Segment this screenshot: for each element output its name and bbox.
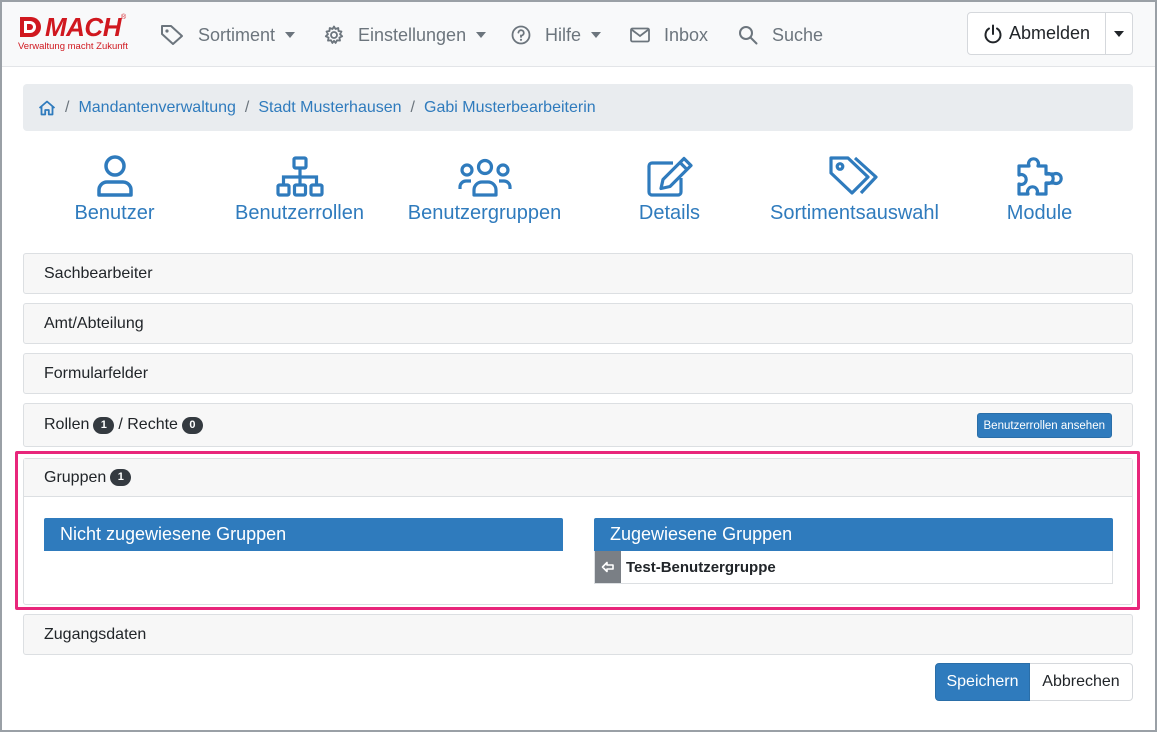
logout-button[interactable]: Abmelden: [968, 13, 1106, 54]
breadcrumb-separator: /: [65, 98, 70, 116]
nav-sortiment[interactable]: Sortiment: [160, 22, 296, 48]
tag-icon: [161, 25, 183, 45]
tile-module[interactable]: Module: [947, 152, 1132, 228]
users-icon: [457, 158, 512, 197]
tile-details[interactable]: Details: [577, 152, 762, 228]
tile-benutzer-label: Benutzer: [74, 202, 155, 224]
assigned-group-item[interactable]: Test-Benutzergruppe: [594, 551, 1113, 584]
logo-slogan: Verwaltung macht Zukunft: [18, 41, 128, 52]
breadcrumb-stadt[interactable]: Stadt Musterhausen: [258, 99, 401, 117]
section-sachbearbeiter-label: Sachbearbeiter: [44, 264, 153, 282]
section-formularfelder[interactable]: Formularfelder: [23, 353, 1133, 394]
cancel-button[interactable]: Abbrechen: [1030, 663, 1133, 701]
section-gruppen-label: Gruppen: [44, 468, 107, 486]
section-formularfelder-label: Formularfelder: [44, 364, 149, 382]
chevron-down-icon: [591, 32, 602, 38]
breadcrumb-separator: /: [244, 98, 250, 116]
user-icon: [96, 155, 133, 197]
tile-sortimentsauswahl[interactable]: Sortimentsauswahl: [762, 152, 947, 228]
section-zugangsdaten[interactable]: Zugangsdaten: [23, 614, 1133, 655]
rollen-count-badge: 1: [93, 416, 115, 434]
tile-module-label: Module: [1006, 202, 1073, 224]
chevron-down-icon: [1114, 30, 1124, 37]
section-rollen-rechte[interactable]: Rollen 1 / Rechte 0 Benutzerrollen anseh…: [23, 403, 1133, 447]
search-icon: [739, 26, 758, 45]
edit-icon: [646, 156, 693, 197]
nav-inbox[interactable]: Inbox: [630, 22, 708, 48]
tile-benutzer[interactable]: Benutzer: [22, 152, 207, 228]
nav-einstellungen-label: Einstellungen: [358, 24, 467, 45]
tile-benutzergruppen-label: Benutzergruppen: [407, 202, 562, 224]
assigned-group-label: Test-Benutzergruppe: [626, 558, 776, 576]
arrow-left-icon: [601, 561, 614, 573]
section-rollen-label: Rollen: [44, 416, 90, 433]
nav-einstellungen[interactable]: Einstellungen: [324, 22, 487, 48]
remove-group-button[interactable]: [595, 551, 621, 583]
section-amt-abteilung[interactable]: Amt/Abteilung: [23, 303, 1133, 344]
nav-hilfe[interactable]: Hilfe: [511, 22, 602, 48]
breadcrumb-mandantenverwaltung[interactable]: Mandantenverwaltung: [78, 99, 235, 117]
sitemap-icon: [275, 156, 324, 197]
gruppen-count-badge: 1: [110, 469, 132, 486]
tile-benutzerrollen[interactable]: Benutzerrollen: [207, 152, 392, 228]
mach-logo-mark-icon: [20, 17, 41, 37]
nav-suche-label: Suche: [772, 24, 824, 45]
chevron-down-icon: [476, 32, 487, 38]
breadcrumb-separator: /: [410, 98, 415, 116]
unassigned-groups-header: Nicht zugewiesene Gruppen: [44, 518, 563, 551]
logout-label: Abmelden: [1008, 23, 1091, 43]
home-icon[interactable]: [38, 100, 56, 116]
power-icon: [984, 24, 1002, 43]
logout-dropdown-toggle[interactable]: [1106, 13, 1132, 54]
tile-benutzerrollen-label: Benutzerrollen: [235, 202, 364, 224]
section-sachbearbeiter[interactable]: Sachbearbeiter: [23, 253, 1133, 294]
section-gruppen-header[interactable]: Gruppen 1: [24, 459, 1132, 497]
breadcrumb-current-user[interactable]: Gabi Musterbearbeiterin: [424, 99, 596, 117]
tile-details-label: Details: [638, 202, 701, 224]
section-gruppen: Gruppen 1 Nicht zugewiesene Gruppen Zuge…: [23, 458, 1133, 605]
breadcrumb: / Mandantenverwaltung / Stadt Musterhaus…: [23, 84, 1133, 131]
tile-benutzergruppen[interactable]: Benutzergruppen: [392, 152, 577, 228]
rechte-count-badge: 0: [181, 416, 203, 434]
nav-suche[interactable]: Suche: [738, 22, 823, 48]
view-user-roles-button[interactable]: Benutzerrollen ansehen: [976, 413, 1112, 438]
gear-icon: [324, 25, 344, 44]
chevron-down-icon: [285, 32, 296, 38]
assigned-groups-header: Zugewiesene Gruppen: [594, 518, 1113, 551]
top-navbar: MACH ® Verwaltung macht Zukunft Sortimen…: [2, 2, 1155, 67]
envelope-icon: [630, 27, 650, 43]
section-rechte-label: / Rechte: [118, 416, 178, 433]
logo-text: MACH: [45, 12, 122, 42]
logo-registered: ®: [121, 14, 127, 21]
puzzle-icon: [1016, 157, 1063, 196]
nav-inbox-label: Inbox: [664, 24, 709, 45]
section-zugangsdaten-label: Zugangsdaten: [44, 625, 147, 643]
assigned-groups-title: Zugewiesene Gruppen: [610, 524, 793, 544]
save-button[interactable]: Speichern: [935, 663, 1030, 701]
tile-sortimentsauswahl-label: Sortimentsauswahl: [770, 202, 939, 224]
logout-button-group: Abmelden: [967, 12, 1133, 55]
question-circle-icon: [511, 25, 531, 45]
nav-sortiment-label: Sortiment: [198, 24, 276, 45]
section-amt-label: Amt/Abteilung: [44, 314, 144, 332]
nav-hilfe-label: Hilfe: [545, 24, 582, 45]
mach-logo[interactable]: MACH ® Verwaltung macht Zukunft: [17, 12, 129, 54]
unassigned-groups-title: Nicht zugewiesene Gruppen: [60, 524, 287, 544]
tags-icon: [828, 156, 878, 195]
